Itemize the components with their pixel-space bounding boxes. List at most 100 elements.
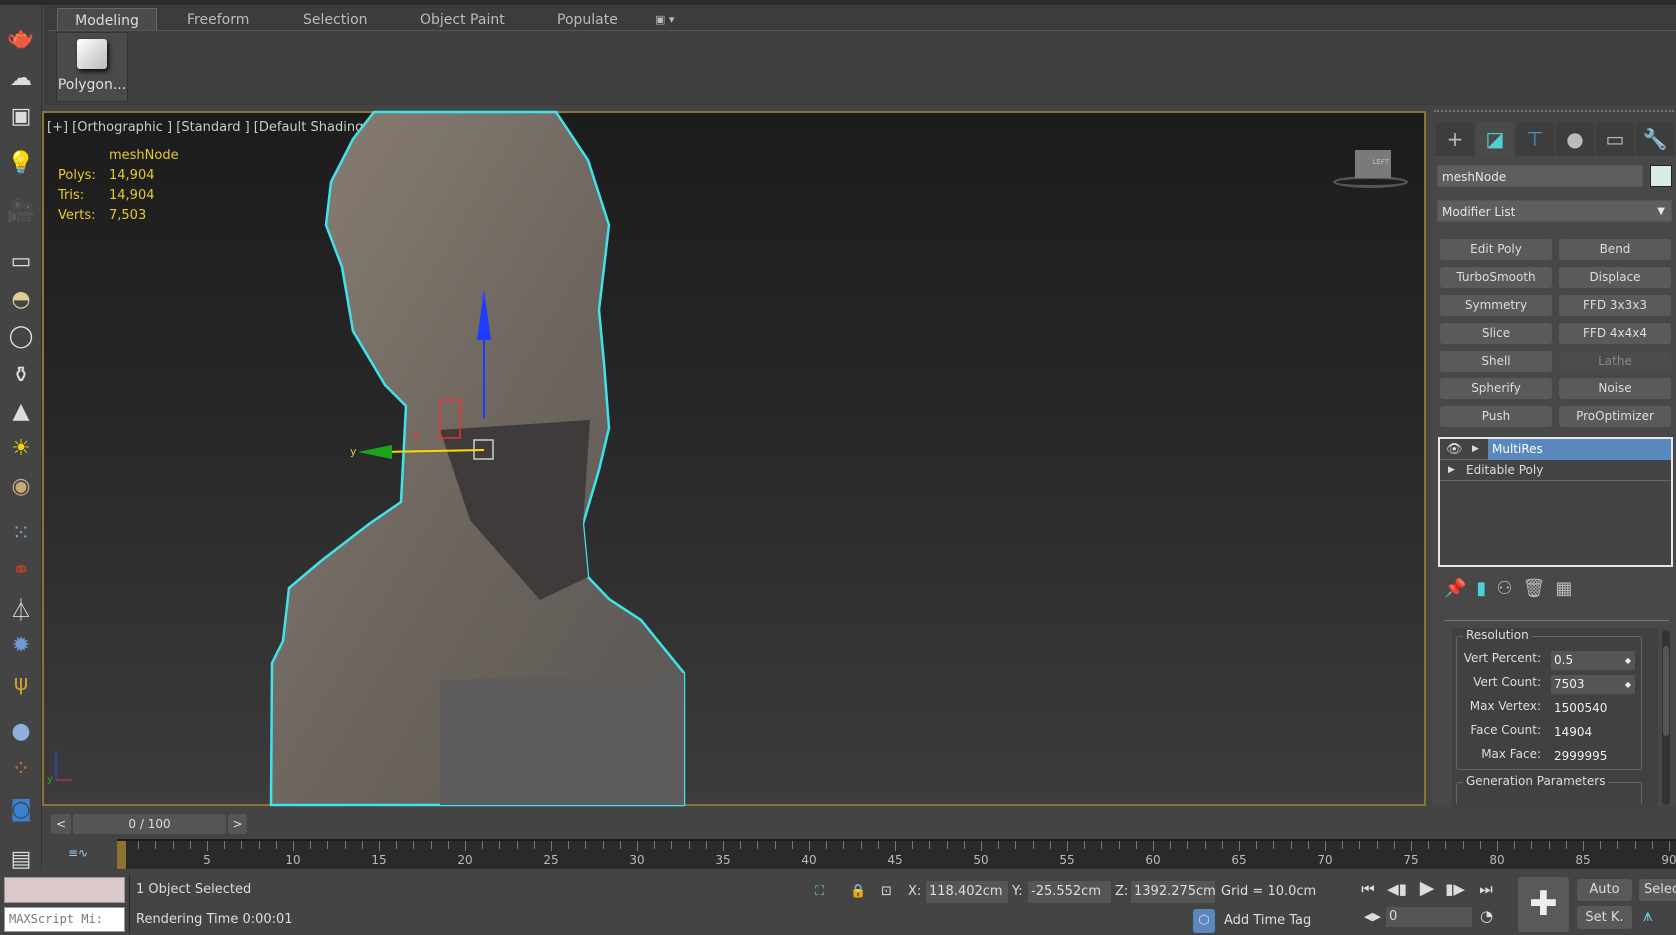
modifier-button-ffd-4x4x4[interactable]: FFD 4x4x4 (1559, 323, 1671, 344)
spinner-arrows-icon[interactable]: ◆ (1625, 651, 1631, 670)
lock-selection-icon[interactable]: 🔒 (850, 881, 866, 903)
panel-grip[interactable] (1434, 110, 1674, 112)
maxscript-mini-listener[interactable]: MAXScript Mi: (4, 907, 125, 932)
modifier-button-spherify[interactable]: Spherify (1440, 378, 1552, 399)
key-filter-dropdown[interactable]: Selected (1639, 879, 1676, 901)
track-tick (1376, 841, 1378, 849)
auto-key-button[interactable]: Auto (1577, 879, 1632, 901)
display-tab-icon[interactable]: ▭ (1596, 122, 1634, 156)
track-tick (499, 841, 501, 849)
go-to-start-icon[interactable]: ⏮ (1357, 880, 1379, 898)
spinner-arrows-icon[interactable]: ◆ (1625, 675, 1631, 694)
vert-count-spinner[interactable]: 7503 ◆ (1551, 675, 1635, 694)
track-tick-label: 70 (1317, 853, 1333, 867)
time-config-arrows-icon[interactable]: ◀▶ (1364, 910, 1381, 923)
track-tick (1153, 841, 1154, 851)
track-tick (1101, 841, 1103, 849)
modifier-button-displace[interactable]: Displace (1559, 267, 1671, 288)
track-tick (516, 841, 518, 849)
modifier-list-dropdown[interactable]: Modifier List ▼ (1437, 200, 1672, 222)
bust-model[interactable]: z y x y (0, 0, 1676, 935)
modifier-stack: 👁 ▶ MultiRes ▶ Editable Poly (1438, 437, 1673, 567)
utilities-tab-icon[interactable]: 🔧 (1636, 122, 1674, 156)
create-tab-icon[interactable]: + (1436, 122, 1474, 156)
svg-text:x: x (413, 430, 420, 443)
key-filters-icon[interactable]: ⩚ (1643, 906, 1653, 926)
track-tick (946, 841, 948, 849)
current-frame-input[interactable]: 0 (1386, 907, 1472, 927)
panel-scrollbar[interactable] (1662, 630, 1670, 805)
modify-tab-icon[interactable]: ◪ (1476, 122, 1514, 156)
modifier-button-slice[interactable]: Slice (1440, 323, 1552, 344)
motion-tab-icon[interactable]: ● (1556, 122, 1594, 156)
object-color-swatch[interactable] (1650, 165, 1672, 187)
object-name-input[interactable]: meshNode (1437, 165, 1643, 187)
isolate-selection-icon[interactable]: ⛶ (815, 881, 824, 903)
stack-item-multires[interactable]: 👁 ▶ MultiRes (1440, 439, 1671, 460)
track-tick (1067, 841, 1068, 851)
track-tick (1187, 841, 1189, 849)
max-vertex-value: 1500540 (1554, 701, 1608, 715)
track-tick-label: 80 (1489, 853, 1505, 867)
x-label: X: (908, 884, 922, 899)
eye-icon[interactable]: 👁 (1446, 439, 1463, 460)
track-tick (1548, 841, 1550, 849)
track-tick-label: 10 (285, 853, 301, 867)
time-tag-icon[interactable]: ⬡ (1193, 909, 1215, 933)
modifier-button-turbosmooth[interactable]: TurboSmooth (1440, 267, 1552, 288)
curve-editor-icon[interactable]: ≡∿ (68, 846, 88, 860)
modifier-button-symmetry[interactable]: Symmetry (1440, 295, 1552, 316)
time-slider-thumb[interactable]: 0 / 100 (73, 814, 226, 834)
modifier-button-ffd-3x3x3[interactable]: FFD 3x3x3 (1559, 295, 1671, 316)
track-tick (1634, 841, 1636, 849)
previous-frame-icon[interactable]: ◀▮ (1386, 880, 1408, 898)
track-tick (1428, 841, 1430, 849)
make-unique-icon[interactable]: ⚇ (1496, 578, 1522, 599)
time-configuration-icon[interactable]: ◔ (1480, 907, 1493, 925)
vert-percent-spinner[interactable]: 0.5 ◆ (1551, 651, 1635, 670)
time-slider[interactable]: < 0 / 100 > (44, 812, 1676, 836)
track-tick (207, 841, 208, 851)
track-tick (361, 841, 363, 849)
y-coordinate-input[interactable]: -25.552cm (1028, 881, 1111, 903)
go-to-end-icon[interactable]: ⏭ (1475, 880, 1497, 898)
set-key-button[interactable]: Set K. (1577, 906, 1632, 929)
set-key-icon[interactable]: ✚ (1518, 877, 1569, 932)
track-tick-label: 65 (1231, 853, 1247, 867)
absolute-mode-icon[interactable]: ⊡ (881, 881, 892, 903)
modifier-button-push[interactable]: Push (1440, 406, 1552, 427)
modifier-button-prooptimizer[interactable]: ProOptimizer (1559, 406, 1671, 427)
max-face-label: Max Face: (1481, 747, 1541, 761)
track-tick (1514, 841, 1516, 849)
prev-frame-button[interactable]: < (51, 814, 71, 834)
track-tick (1359, 841, 1361, 849)
play-icon[interactable]: ▶ (1416, 877, 1438, 899)
maxscript-listener-output[interactable] (4, 877, 125, 903)
face-count-label: Face Count: (1470, 723, 1541, 737)
configure-sets-icon[interactable]: ▦ (1555, 578, 1582, 599)
modifier-button-lathe[interactable]: Lathe (1559, 351, 1671, 372)
x-coordinate-input[interactable]: 118.402cm (926, 881, 1008, 903)
show-end-result-icon[interactable]: ▮ (1476, 578, 1496, 599)
expand-icon[interactable]: ▶ (1448, 460, 1455, 481)
add-time-tag[interactable]: Add Time Tag (1224, 913, 1311, 928)
z-label: Z: (1115, 884, 1129, 899)
selection-status: 1 Object Selected (136, 882, 252, 897)
remove-modifier-icon[interactable]: 🗑 (1522, 578, 1555, 599)
z-coordinate-input[interactable]: 1392.275cm (1131, 881, 1215, 903)
modifier-button-edit-poly[interactable]: Edit Poly (1440, 239, 1552, 260)
generation-parameters-group[interactable]: Generation Parameters (1456, 774, 1642, 804)
next-frame-icon[interactable]: ▮▶ (1444, 880, 1466, 898)
next-frame-button[interactable]: > (228, 814, 247, 834)
pin-stack-icon[interactable]: 📌 (1444, 578, 1476, 599)
current-frame-marker[interactable] (117, 841, 126, 869)
track-bar[interactable]: 051015202530354045505560657075808590 (117, 839, 1676, 869)
hierarchy-tab-icon[interactable]: ⊤ (1516, 122, 1554, 156)
stack-item-editable-poly[interactable]: ▶ Editable Poly (1440, 460, 1671, 481)
modifier-button-noise[interactable]: Noise (1559, 378, 1671, 399)
modifier-button-shell[interactable]: Shell (1440, 351, 1552, 372)
track-tick (998, 841, 1000, 849)
expand-icon[interactable]: ▶ (1472, 439, 1479, 460)
track-tick (189, 841, 191, 849)
modifier-button-bend[interactable]: Bend (1559, 239, 1671, 260)
